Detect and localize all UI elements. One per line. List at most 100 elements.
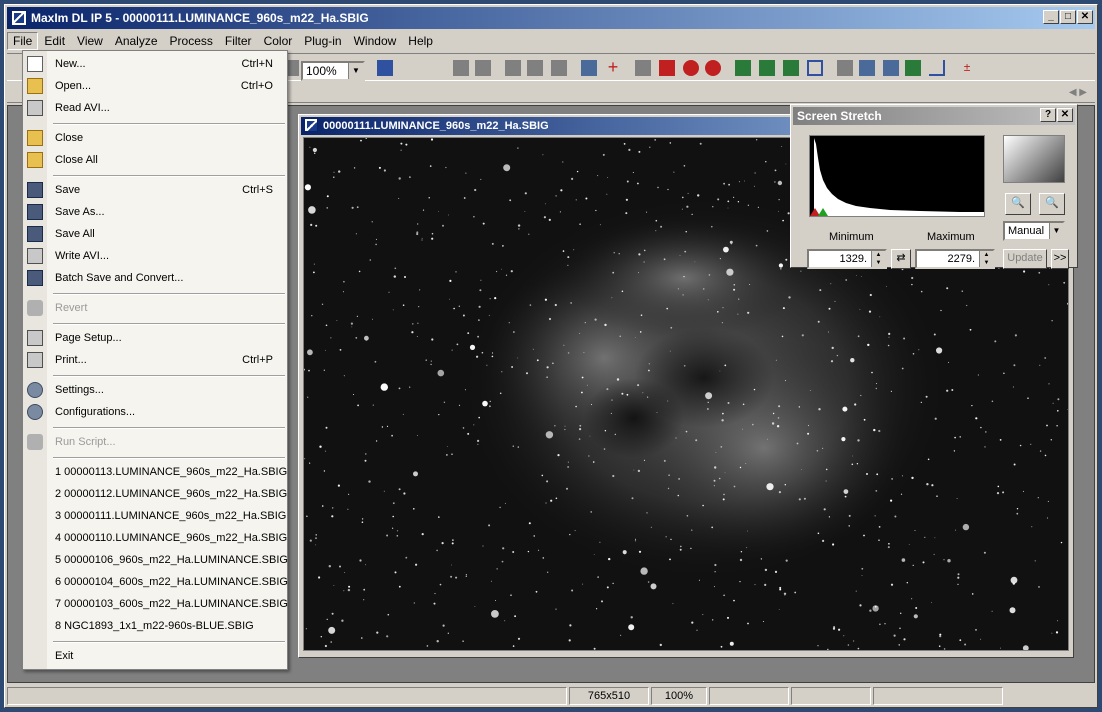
tab-nav-arrows-icon[interactable]: ◀ ▶: [1069, 87, 1087, 98]
chevron-down-icon[interactable]: ▼: [348, 63, 363, 79]
menu-exit[interactable]: Exit: [23, 645, 287, 667]
star: [778, 210, 779, 212]
layers-icon[interactable]: [783, 60, 799, 76]
star: [608, 557, 611, 561]
curve-icon[interactable]: [929, 60, 945, 76]
grid-icon[interactable]: [475, 60, 491, 76]
menu-analyze[interactable]: Analyze: [109, 32, 164, 50]
menu-process[interactable]: Process: [164, 32, 219, 50]
menu-open[interactable]: Open... Ctrl+O: [23, 75, 287, 97]
menu-window[interactable]: Window: [348, 32, 403, 50]
menu-help[interactable]: Help: [402, 32, 439, 50]
menu-batch-save[interactable]: Batch Save and Convert...: [23, 267, 287, 289]
star: [785, 258, 788, 261]
star: [375, 243, 377, 246]
menu-view[interactable]: View: [71, 32, 109, 50]
menu-file[interactable]: File: [7, 32, 39, 50]
maximize-button[interactable]: □: [1060, 10, 1076, 24]
block-icon[interactable]: [705, 60, 721, 76]
menu-recent-file[interactable]: 1 00000113.LUMINANCE_960s_m22_Ha.SBIG: [23, 461, 287, 483]
maximum-spinner[interactable]: 2279. ▲ ▼: [915, 249, 995, 269]
stretch-mode-select[interactable]: Manual ▼: [1003, 221, 1065, 241]
maximum-stepper-icon[interactable]: ▲ ▼: [979, 251, 993, 267]
menu-configurations[interactable]: Configurations...: [23, 401, 287, 423]
calibrate-icon[interactable]: [505, 60, 521, 76]
menu-edit[interactable]: Edit: [38, 32, 71, 50]
menu-plug-in[interactable]: Plug-in: [298, 32, 347, 50]
close-button[interactable]: ✕: [1077, 10, 1093, 24]
star: [501, 268, 503, 270]
star: [1019, 444, 1022, 447]
star: [869, 609, 872, 612]
histogram[interactable]: [809, 135, 985, 217]
star: [473, 215, 475, 218]
menu-close[interactable]: Close: [23, 127, 287, 149]
crosshair-icon[interactable]: +: [605, 58, 621, 76]
menu-recent-file[interactable]: 7 00000103_600s_m22_Ha.LUMINANCE.SBIG: [23, 593, 288, 615]
zoom-in-icon[interactable]: 🔍: [1005, 193, 1031, 215]
add-stars-icon[interactable]: ±: [959, 60, 975, 76]
star: [747, 622, 749, 625]
stretch-close-button[interactable]: ✕: [1057, 108, 1073, 122]
menu-color[interactable]: Color: [258, 32, 299, 50]
help-pointer-icon[interactable]: [377, 60, 393, 76]
star: [698, 579, 700, 581]
star: [794, 591, 797, 594]
menu-recent-file[interactable]: 6 00000104_600s_m22_Ha.LUMINANCE.SBIG: [23, 571, 288, 593]
star: [445, 166, 447, 169]
menu-print[interactable]: Print... Ctrl+P: [23, 349, 287, 371]
measure-icon[interactable]: [551, 60, 567, 76]
stop-icon[interactable]: [683, 60, 699, 76]
menu-settings[interactable]: Settings...: [23, 379, 287, 401]
landscape-icon[interactable]: [859, 60, 875, 76]
menu-read-avi[interactable]: Read AVI...: [23, 97, 287, 119]
zoom-out-icon[interactable]: 🔍: [1039, 193, 1065, 215]
star: [315, 537, 317, 540]
frame-icon[interactable]: [807, 60, 823, 76]
menu-close-all[interactable]: Close All: [23, 149, 287, 171]
minimum-stepper-icon[interactable]: ▲ ▼: [871, 251, 885, 267]
menu-recent-file[interactable]: 2 00000112.LUMINANCE_960s_m22_Ha.SBIG: [23, 483, 287, 505]
star: [740, 551, 743, 553]
stretch-help-button[interactable]: ?: [1040, 108, 1056, 122]
menu-recent-file[interactable]: 4 00000110.LUMINANCE_960s_m22_Ha.SBIG: [23, 527, 287, 549]
menu-filter[interactable]: Filter: [219, 32, 258, 50]
squares-icon[interactable]: [759, 60, 775, 76]
app-titlebar[interactable]: MaxIm DL IP 5 - 00000111.LUMINANCE_960s_…: [7, 7, 1095, 29]
star: [764, 583, 767, 586]
swap-icon[interactable]: ⇄: [891, 249, 911, 269]
menu-write-avi[interactable]: Write AVI...: [23, 245, 287, 267]
align-icon[interactable]: [527, 60, 543, 76]
menu-save[interactable]: Save Ctrl+S: [23, 179, 287, 201]
stretch-icon[interactable]: [883, 60, 899, 76]
ruler-icon[interactable]: [453, 60, 469, 76]
minimum-spinner[interactable]: 1329. ▲ ▼: [807, 249, 887, 269]
image-icon[interactable]: [837, 60, 853, 76]
star: [947, 559, 951, 563]
brush-icon[interactable]: [635, 60, 651, 76]
star: [451, 453, 453, 455]
copy-image-icon[interactable]: [581, 60, 597, 76]
expand-button[interactable]: >>: [1051, 249, 1069, 269]
screen-stretch-titlebar[interactable]: Screen Stretch ? ✕: [793, 107, 1075, 125]
menu-save-as[interactable]: Save As...: [23, 201, 287, 223]
star: [772, 412, 775, 415]
menu-page-setup[interactable]: Page Setup...: [23, 327, 287, 349]
menu-save-all[interactable]: Save All: [23, 223, 287, 245]
star: [567, 352, 570, 354]
star: [488, 314, 490, 316]
menu-recent-file[interactable]: 3 00000111.LUMINANCE_960s_m22_Ha.SBIG: [23, 505, 287, 527]
target-icon[interactable]: [659, 60, 675, 76]
screen-stretch-window[interactable]: Screen Stretch ? ✕ Minimum Maximum 1329.…: [790, 104, 1078, 269]
menu-recent-file[interactable]: 5 00000106_960s_m22_Ha.LUMINANCE.SBIG: [23, 549, 288, 571]
bar-chart-icon[interactable]: [735, 60, 751, 76]
star: [398, 198, 400, 199]
chevron-down-icon[interactable]: ▼: [1049, 223, 1063, 239]
level-icon[interactable]: [905, 60, 921, 76]
zoom-select[interactable]: 100% ▼: [301, 61, 365, 81]
minimize-button[interactable]: _: [1043, 10, 1059, 24]
menu-recent-file[interactable]: 8 NGC1893_1x1_m22-960s-BLUE.SBIG: [23, 615, 287, 637]
menu-new[interactable]: New... Ctrl+N: [23, 53, 287, 75]
star: [623, 143, 626, 145]
update-button[interactable]: Update: [1003, 249, 1047, 269]
